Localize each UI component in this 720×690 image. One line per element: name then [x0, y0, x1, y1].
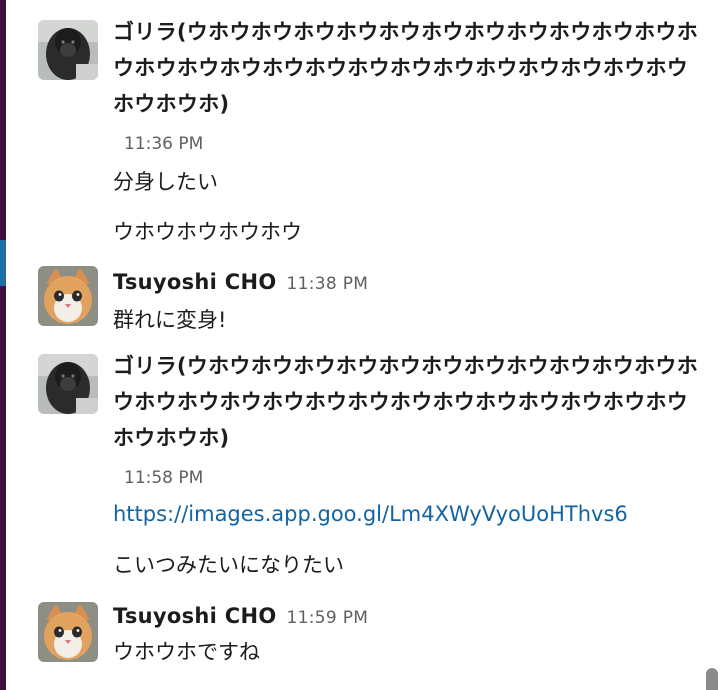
- timestamp[interactable]: 11:59 PM: [287, 608, 369, 628]
- sender-name: Tsuyoshi CHO 11:38 PM: [113, 264, 703, 302]
- gorilla-avatar[interactable]: [38, 20, 98, 80]
- timestamp[interactable]: 11:36 PM: [124, 134, 203, 154]
- message-text: こいつみたいになりたい: [113, 553, 344, 577]
- message-text: 分身したい: [113, 170, 218, 194]
- sender-name-label[interactable]: Tsuyoshi CHO: [113, 270, 277, 294]
- sender-name-label[interactable]: Tsuyoshi CHO: [113, 604, 277, 628]
- scrollbar-thumb[interactable]: [706, 668, 718, 690]
- sender-name: Tsuyoshi CHO 11:59 PM: [113, 598, 703, 636]
- message-link[interactable]: https://images.app.goo.gl/Lm4XWyVyoUoHTh…: [113, 502, 628, 526]
- message-text: ウホウホウホウホウ: [113, 220, 302, 244]
- cat-avatar[interactable]: [38, 602, 98, 662]
- timestamp[interactable]: 11:38 PM: [287, 274, 369, 294]
- cat-avatar[interactable]: [38, 266, 98, 326]
- message-text: 群れに変身!: [113, 308, 227, 332]
- sidebar-unread-marker: [0, 240, 6, 286]
- sidebar-edge: [0, 0, 6, 690]
- message-text: ウホウホですね: [113, 640, 260, 664]
- sender-name[interactable]: ゴリラ(ウホウホウホウホウホウホウホウホウホウホウホウホウホウホウホウホウホウホ…: [113, 14, 703, 122]
- sender-name[interactable]: ゴリラ(ウホウホウホウホウホウホウホウホウホウホウホウホウホウホウホウホウホウホ…: [113, 348, 703, 456]
- timestamp[interactable]: 11:58 PM: [124, 468, 203, 488]
- gorilla-avatar[interactable]: [38, 354, 98, 414]
